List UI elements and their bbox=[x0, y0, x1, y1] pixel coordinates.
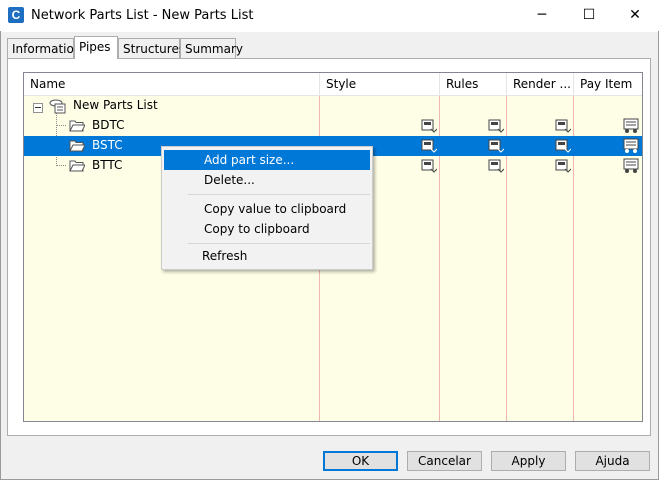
ok-button[interactable]: OK bbox=[323, 451, 398, 471]
pay-item-icon[interactable] bbox=[623, 138, 639, 154]
app-icon: C bbox=[8, 7, 24, 23]
menu-item-delete[interactable]: Delete... bbox=[164, 170, 370, 190]
column-header-name[interactable]: Name bbox=[24, 73, 320, 95]
menu-item-copy-value[interactable]: Copy value to clipboard bbox=[164, 199, 370, 219]
pay-item-icon[interactable] bbox=[623, 158, 639, 174]
column-header-rules[interactable]: Rules bbox=[440, 73, 507, 95]
column-header-render[interactable]: Render ... bbox=[507, 73, 574, 95]
maximize-button[interactable]: ☐ bbox=[566, 0, 612, 31]
menu-item-refresh[interactable]: Refresh bbox=[164, 246, 370, 266]
minimize-button[interactable]: ─ bbox=[519, 0, 565, 31]
menu-separator bbox=[188, 194, 370, 195]
column-header-style[interactable]: Style bbox=[320, 73, 440, 95]
tree-root-row[interactable]: New Parts List bbox=[24, 96, 642, 116]
folder-icon bbox=[69, 120, 85, 132]
tree-root-label: New Parts List bbox=[73, 98, 158, 112]
style-icon[interactable] bbox=[421, 138, 437, 154]
rules-icon[interactable] bbox=[488, 118, 504, 134]
grid-header: Name Style Rules Render ... Pay Item bbox=[24, 73, 642, 96]
render-icon[interactable] bbox=[555, 138, 571, 154]
title-bar: C Network Parts List - New Parts List ─ … bbox=[0, 0, 659, 32]
menu-item-copy-to-clipboard[interactable]: Copy to clipboard bbox=[164, 219, 370, 239]
tab-pipes[interactable]: Pipes bbox=[74, 36, 118, 59]
tab-information[interactable]: Information bbox=[7, 38, 81, 58]
context-menu: Add part size... Delete... Copy value to… bbox=[161, 146, 373, 270]
style-icon[interactable] bbox=[421, 158, 437, 174]
window-title: Network Parts List - New Parts List bbox=[31, 8, 254, 23]
rules-icon[interactable] bbox=[488, 138, 504, 154]
tab-structures[interactable]: Structures bbox=[118, 38, 185, 58]
collapse-icon[interactable] bbox=[33, 103, 43, 113]
pay-item-icon[interactable] bbox=[623, 118, 639, 134]
rules-icon[interactable] bbox=[488, 158, 504, 174]
cancel-button[interactable]: Cancelar bbox=[407, 451, 482, 471]
tab-summary[interactable]: Summary bbox=[180, 38, 243, 58]
render-icon[interactable] bbox=[555, 118, 571, 134]
help-button[interactable]: Ajuda bbox=[575, 451, 650, 471]
table-row[interactable]: BDTC bbox=[24, 116, 642, 136]
menu-separator bbox=[188, 243, 370, 244]
apply-button[interactable]: Apply bbox=[491, 451, 566, 471]
close-button[interactable]: ✕ bbox=[612, 0, 658, 31]
folder-icon bbox=[69, 140, 85, 152]
row-name: BSTC bbox=[92, 138, 123, 152]
style-icon[interactable] bbox=[421, 118, 437, 134]
column-header-pay-item[interactable]: Pay Item bbox=[574, 73, 642, 95]
row-name: BDTC bbox=[92, 118, 125, 132]
render-icon[interactable] bbox=[555, 158, 571, 174]
parts-list-icon bbox=[49, 99, 66, 114]
menu-item-add-part-size[interactable]: Add part size... bbox=[164, 150, 370, 170]
folder-icon bbox=[69, 160, 85, 172]
row-name: BTTC bbox=[92, 158, 123, 172]
